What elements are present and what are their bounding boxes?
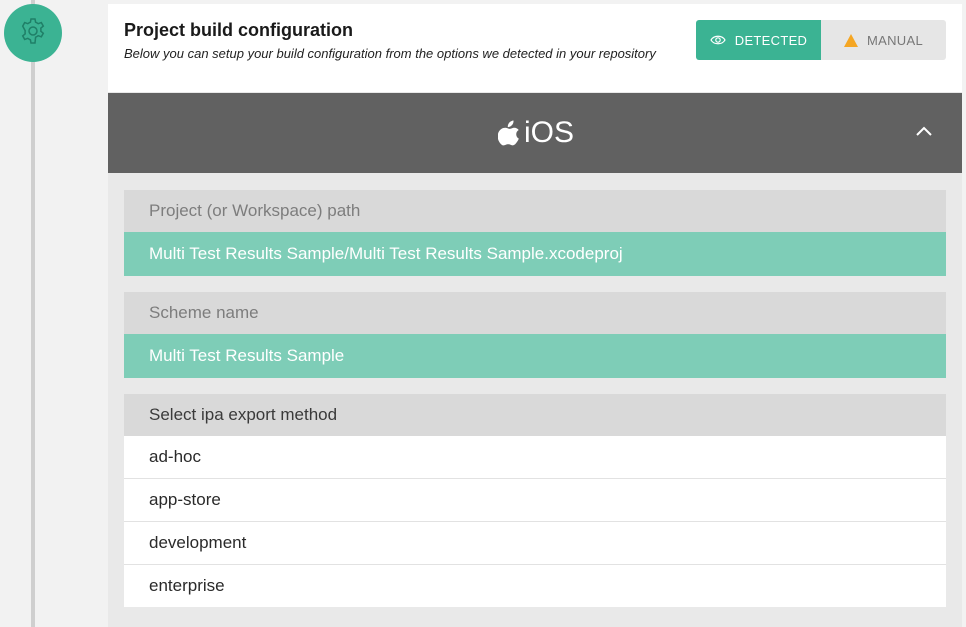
- export-method-options: ad-hoc app-store development enterprise: [124, 436, 946, 607]
- export-option-enterprise[interactable]: enterprise: [124, 564, 946, 607]
- config-header: Project build configuration Below you ca…: [108, 4, 962, 92]
- chevron-up-icon: [915, 124, 933, 142]
- config-mode-toggle: DETECTED MANUAL: [696, 20, 946, 60]
- export-option-development[interactable]: development: [124, 521, 946, 564]
- export-option-ad-hoc[interactable]: ad-hoc: [124, 436, 946, 478]
- export-method-field: Select ipa export method ad-hoc app-stor…: [124, 394, 946, 607]
- scheme-label: Scheme name: [124, 292, 946, 334]
- manual-label: MANUAL: [867, 32, 923, 48]
- eye-icon: [710, 34, 726, 46]
- detected-label: DETECTED: [734, 32, 808, 48]
- project-path-label: Project (or Workspace) path: [124, 190, 946, 232]
- manual-button[interactable]: MANUAL: [821, 20, 946, 60]
- collapse-button[interactable]: [908, 117, 940, 149]
- timeline-rail: [31, 0, 35, 627]
- warning-triangle-icon: [844, 33, 858, 47]
- page-title: Project build configuration: [124, 20, 353, 40]
- project-path-field: Project (or Workspace) path Multi Test R…: [124, 190, 946, 276]
- platform-section-header[interactable]: iOS: [108, 93, 962, 173]
- page-subtitle: Below you can setup your build configura…: [124, 46, 656, 61]
- scheme-value[interactable]: Multi Test Results Sample: [124, 334, 946, 378]
- detected-button[interactable]: DETECTED: [696, 20, 821, 60]
- export-option-app-store[interactable]: app-store: [124, 478, 946, 521]
- build-config-card: Project build configuration Below you ca…: [108, 4, 962, 627]
- export-method-label: Select ipa export method: [124, 394, 946, 436]
- apple-icon: [498, 120, 520, 146]
- scheme-field: Scheme name Multi Test Results Sample: [124, 292, 946, 378]
- gear-icon: [18, 16, 48, 51]
- platform-title: iOS: [498, 115, 574, 151]
- platform-label: iOS: [524, 116, 575, 149]
- step-indicator: [4, 4, 62, 62]
- project-path-value[interactable]: Multi Test Results Sample/Multi Test Res…: [124, 232, 946, 276]
